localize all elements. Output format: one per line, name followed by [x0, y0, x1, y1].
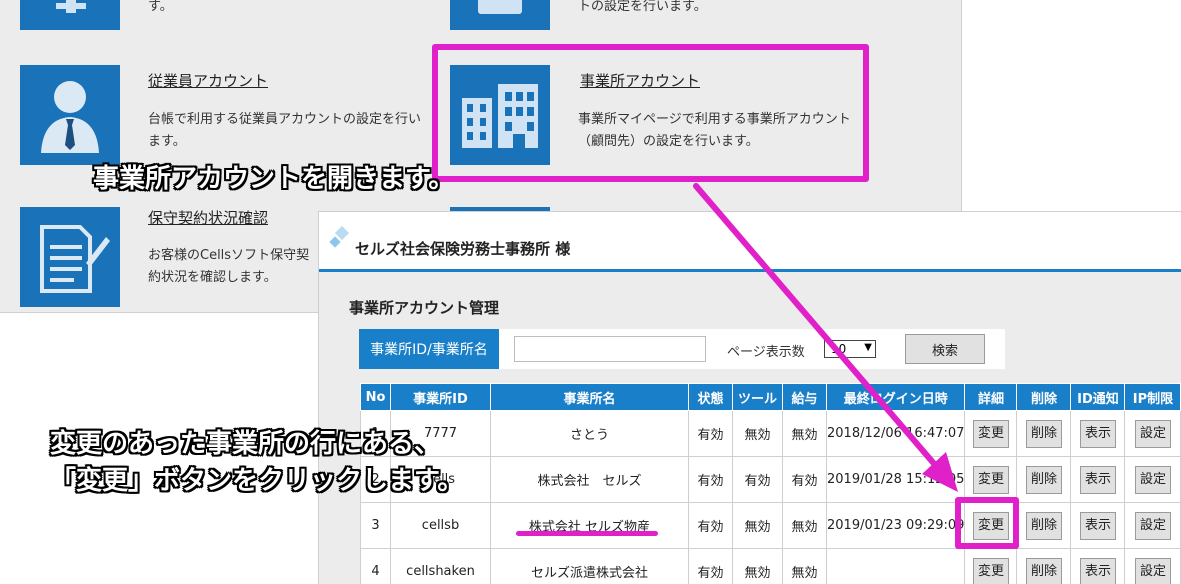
tutorial-screenshot: す。 トの設定を行います。 従業員アカウント 台帳で利用する従業員アカウントの設…	[0, 0, 1181, 584]
callout-click-line1: 変更のあった事業所の行にある、	[50, 429, 441, 459]
callout-open-office-account: 事業所アカウントを開きます。	[93, 164, 455, 194]
callout-click-line2: 「変更」ボタンをクリックします。	[50, 466, 464, 496]
